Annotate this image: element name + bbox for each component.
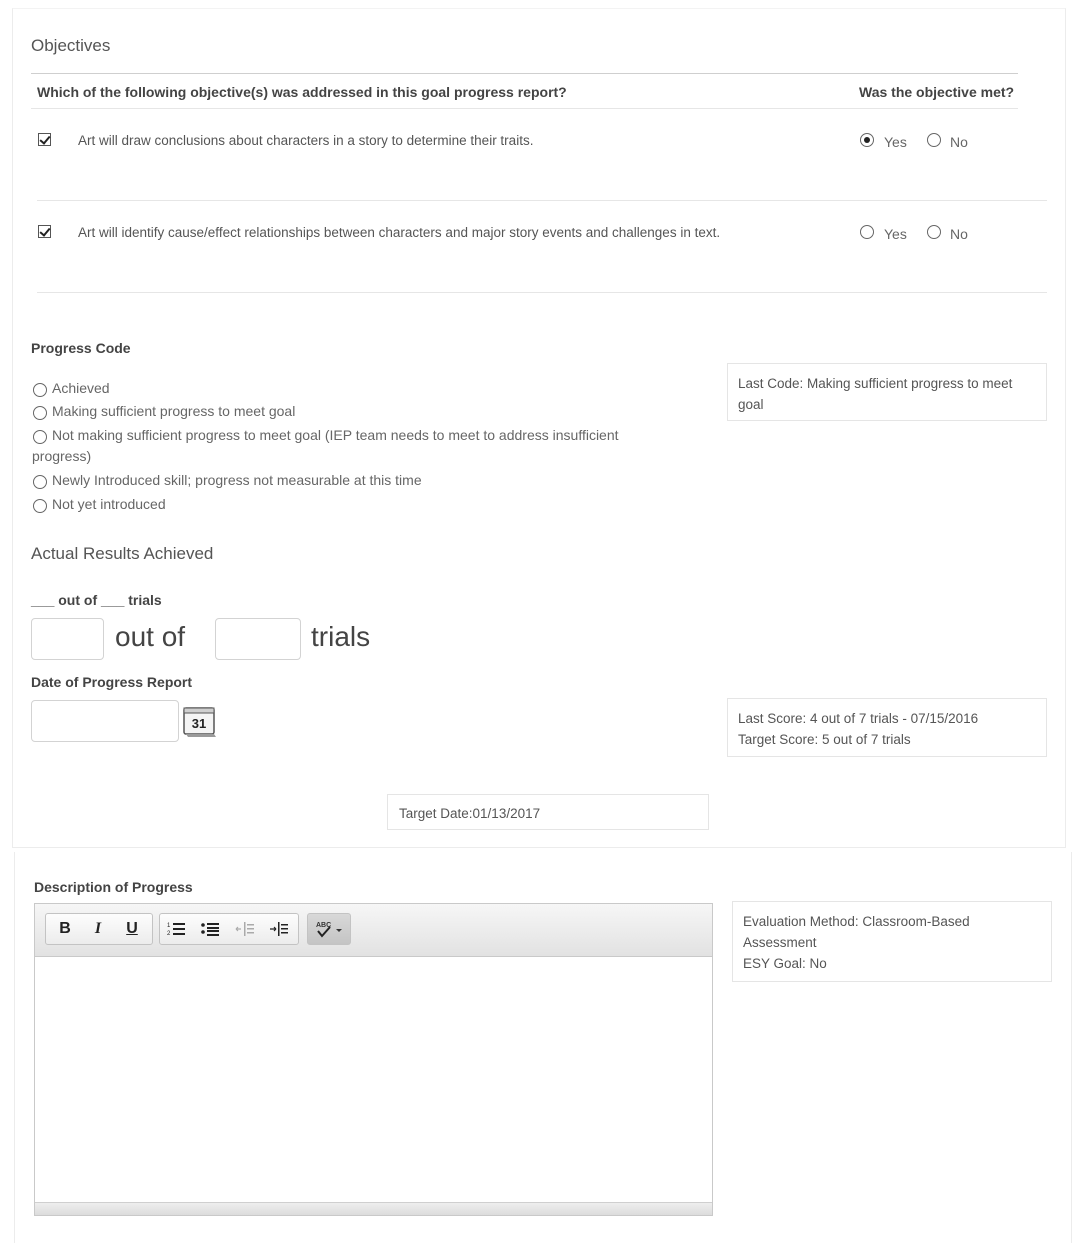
objective-1-checkbox[interactable] — [38, 133, 51, 146]
objective-met-header: Was the objective met? — [859, 84, 1015, 100]
objective-1-text: Art will draw conclusions about characte… — [78, 133, 534, 148]
progress-achieved-radio[interactable] — [33, 383, 47, 397]
progress-sufficient-label: Making sufficient progress to meet goal — [52, 403, 296, 419]
objectives-title: Objectives — [31, 36, 111, 55]
objective-2-checkbox[interactable] — [38, 225, 51, 238]
italic-button[interactable]: I — [83, 914, 113, 944]
out-of-label: out of — [115, 621, 186, 652]
svg-text:31: 31 — [192, 716, 206, 731]
progress-insufficient-radio[interactable] — [33, 430, 47, 444]
objective-1-yes-label: Yes — [884, 134, 907, 150]
divider — [31, 108, 1018, 109]
target-date-box: Target Date:01/13/2017 — [387, 794, 709, 830]
progress-insufficient-label-continued: progress) — [32, 448, 92, 464]
divider — [37, 200, 1047, 201]
objective-2-no-radio[interactable] — [927, 225, 941, 239]
divider — [31, 73, 1018, 74]
progress-insufficient-label: Not making sufficient progress to meet g… — [52, 427, 619, 443]
numbered-list-icon[interactable]: 1 2 — [162, 914, 192, 944]
description-editor[interactable]: B I U 1 2 ABC — [34, 903, 713, 1216]
outdent-icon[interactable] — [230, 914, 260, 944]
svg-text:2: 2 — [167, 931, 171, 937]
progress-not-introduced-label: Not yet introduced — [52, 496, 166, 512]
esy-goal-text: ESY Goal: No — [743, 956, 827, 971]
objective-2-no-label: No — [950, 226, 968, 242]
target-score-text: Target Score: 5 out of 7 trials — [738, 732, 911, 747]
trials-achieved-input[interactable] — [31, 618, 104, 660]
editor-toolbar: B I U 1 2 ABC — [35, 904, 712, 957]
trials-total-input[interactable] — [215, 618, 301, 660]
date-of-report-label: Date of Progress Report — [31, 674, 193, 690]
score-box: Last Score: 4 out of 7 trials - 07/15/20… — [727, 698, 1047, 757]
spellcheck-button-group: ABC — [307, 913, 351, 945]
progress-sufficient-radio[interactable] — [33, 406, 47, 420]
bulleted-list-icon[interactable] — [196, 914, 226, 944]
report-date-input[interactable] — [31, 700, 179, 742]
editor-resize-bar[interactable] — [35, 1202, 712, 1215]
objective-1-yes-radio[interactable] — [860, 133, 874, 147]
trials-format-label: ___ out of ___ trials — [31, 592, 162, 608]
divider — [37, 292, 1047, 293]
evaluation-box: Evaluation Method: Classroom-Based Asses… — [732, 901, 1052, 982]
bold-button[interactable]: B — [50, 914, 80, 944]
progress-newly-introduced-label: Newly Introduced skill; progress not mea… — [52, 472, 422, 488]
description-label: Description of Progress — [34, 879, 193, 895]
trials-label: trials — [311, 621, 371, 652]
last-code-box: Last Code: Making sufficient progress to… — [727, 363, 1047, 421]
objective-2-yes-label: Yes — [884, 226, 907, 242]
format-button-group: B I U — [45, 913, 153, 945]
target-date-text: Target Date:01/13/2017 — [399, 806, 541, 821]
underline-button[interactable]: U — [117, 914, 147, 944]
objective-2-yes-radio[interactable] — [860, 225, 874, 239]
actual-results-title: Actual Results Achieved — [31, 544, 214, 563]
last-code-text: Last Code: Making sufficient progress to… — [738, 376, 1013, 412]
progress-achieved-label: Achieved — [52, 380, 110, 396]
last-score-text: Last Score: 4 out of 7 trials - 07/15/20… — [738, 711, 979, 726]
svg-text:1: 1 — [167, 923, 171, 929]
objectives-question: Which of the following objective(s) was … — [37, 84, 567, 100]
objective-1-no-radio[interactable] — [927, 133, 941, 147]
spellcheck-icon[interactable]: ABC — [312, 914, 348, 944]
evaluation-method-text: Evaluation Method: Classroom-Based Asses… — [743, 914, 970, 950]
objective-1-no-label: No — [950, 134, 968, 150]
indent-icon[interactable] — [264, 914, 294, 944]
progress-code-label: Progress Code — [31, 340, 131, 356]
calendar-icon[interactable]: 31 — [182, 704, 218, 738]
objective-2-text: Art will identify cause/effect relations… — [78, 225, 721, 240]
list-button-group: 1 2 — [159, 913, 299, 945]
progress-not-introduced-radio[interactable] — [33, 499, 47, 513]
progress-newly-introduced-radio[interactable] — [33, 475, 47, 489]
